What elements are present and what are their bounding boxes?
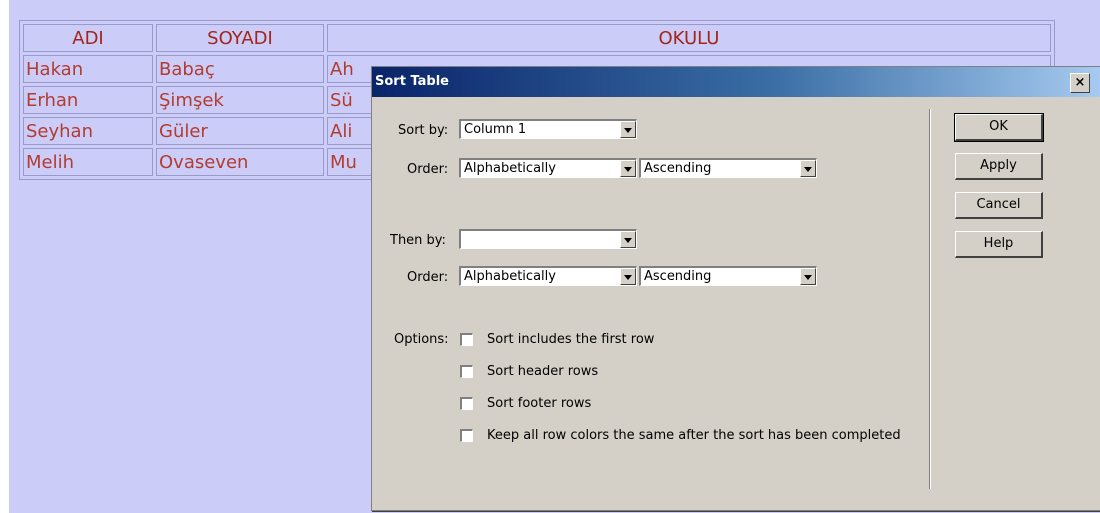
chevron-down-icon[interactable] (620, 231, 636, 248)
options-label: Options: (394, 332, 449, 347)
ok-button[interactable]: OK (954, 113, 1044, 142)
order1-direction-value: Ascending (644, 161, 712, 176)
table-cell[interactable]: Erhan (23, 86, 153, 114)
sort-by-label: Sort by: (398, 123, 449, 138)
order1-type-select[interactable]: Alphabetically (459, 158, 637, 178)
table-cell[interactable]: Melih (23, 148, 153, 176)
sort-by-value: Column 1 (464, 122, 527, 137)
sort-first-row-checkbox[interactable] (460, 333, 473, 346)
then-by-label: Then by: (390, 233, 446, 248)
header-adi: ADI (23, 24, 153, 52)
order2-direction-value: Ascending (644, 269, 712, 284)
table-cell[interactable]: Ovaseven (156, 148, 324, 176)
order2-type-value: Alphabetically (464, 269, 556, 284)
keep-row-colors-label[interactable]: Keep all row colors the same after the s… (487, 428, 901, 443)
help-button[interactable]: Help (955, 231, 1043, 258)
chevron-down-icon[interactable] (800, 268, 816, 285)
order-label-1: Order: (407, 162, 449, 177)
order2-type-select[interactable]: Alphabetically (459, 266, 637, 286)
order1-direction-select[interactable]: Ascending (639, 158, 817, 178)
chevron-down-icon[interactable] (620, 268, 636, 285)
table-cell[interactable]: Seyhan (23, 117, 153, 145)
close-icon[interactable]: × (1070, 73, 1090, 93)
sort-header-rows-checkbox[interactable] (460, 365, 473, 378)
table-cell[interactable]: Şimşek (156, 86, 324, 114)
table-cell[interactable]: Güler (156, 117, 324, 145)
sort-header-rows-label[interactable]: Sort header rows (487, 364, 598, 379)
chevron-down-icon[interactable] (620, 121, 636, 138)
sort-table-dialog: Sort Table × Sort by: Column 1 Order: Al… (371, 66, 1100, 511)
sort-footer-rows-label[interactable]: Sort footer rows (487, 396, 591, 411)
dialog-titlebar[interactable]: Sort Table × (372, 67, 1100, 97)
table-cell[interactable]: Hakan (23, 55, 153, 83)
cancel-button[interactable]: Cancel (955, 192, 1043, 219)
sort-by-select[interactable]: Column 1 (459, 119, 637, 139)
table-cell[interactable]: Babaç (156, 55, 324, 83)
header-soyadi: SOYADI (156, 24, 324, 52)
header-okulu: OKULU (327, 24, 1051, 52)
table-header-row: ADI SOYADI OKULU (23, 24, 1051, 52)
sort-footer-rows-checkbox[interactable] (460, 397, 473, 410)
then-by-select[interactable] (459, 229, 637, 249)
chevron-down-icon[interactable] (620, 160, 636, 177)
keep-row-colors-checkbox[interactable] (460, 429, 473, 442)
apply-button[interactable]: Apply (955, 153, 1043, 180)
sort-first-row-label[interactable]: Sort includes the first row (487, 332, 654, 347)
order1-type-value: Alphabetically (464, 161, 556, 176)
order-label-2: Order: (407, 270, 449, 285)
chevron-down-icon[interactable] (800, 160, 816, 177)
order2-direction-select[interactable]: Ascending (639, 266, 817, 286)
dialog-title: Sort Table (375, 74, 449, 89)
vertical-divider (929, 109, 931, 489)
